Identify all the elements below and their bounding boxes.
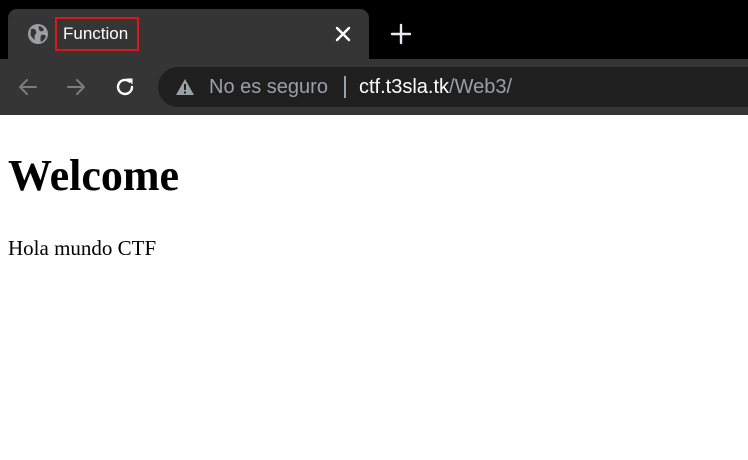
security-label[interactable]: No es seguro: [209, 67, 328, 107]
page-content: Welcome Hola mundo CTF: [0, 115, 748, 460]
tab-strip: Function: [0, 0, 748, 59]
warning-triangle-icon[interactable]: [175, 78, 195, 96]
browser-toolbar: No es seguro ctf.t3sla.tk/Web3/: [0, 59, 748, 115]
tab-title[interactable]: Function: [55, 17, 139, 51]
plus-icon[interactable]: [389, 22, 413, 46]
close-icon[interactable]: [334, 25, 352, 43]
address-bar[interactable]: No es seguro ctf.t3sla.tk/Web3/: [158, 67, 748, 107]
reload-icon[interactable]: [113, 75, 137, 99]
page-paragraph: Hola mundo CTF: [8, 236, 157, 260]
arrow-left-icon[interactable]: [16, 75, 40, 99]
page-heading: Welcome: [8, 151, 180, 200]
url-path: /Web3/: [449, 76, 513, 98]
globe-icon: [28, 24, 48, 44]
arrow-right-icon[interactable]: [64, 75, 88, 99]
address-separator: [344, 76, 346, 98]
url-text[interactable]: ctf.t3sla.tk/Web3/: [359, 67, 512, 107]
browser-tab[interactable]: Function: [8, 9, 369, 59]
url-host: ctf.t3sla.tk: [359, 76, 450, 98]
